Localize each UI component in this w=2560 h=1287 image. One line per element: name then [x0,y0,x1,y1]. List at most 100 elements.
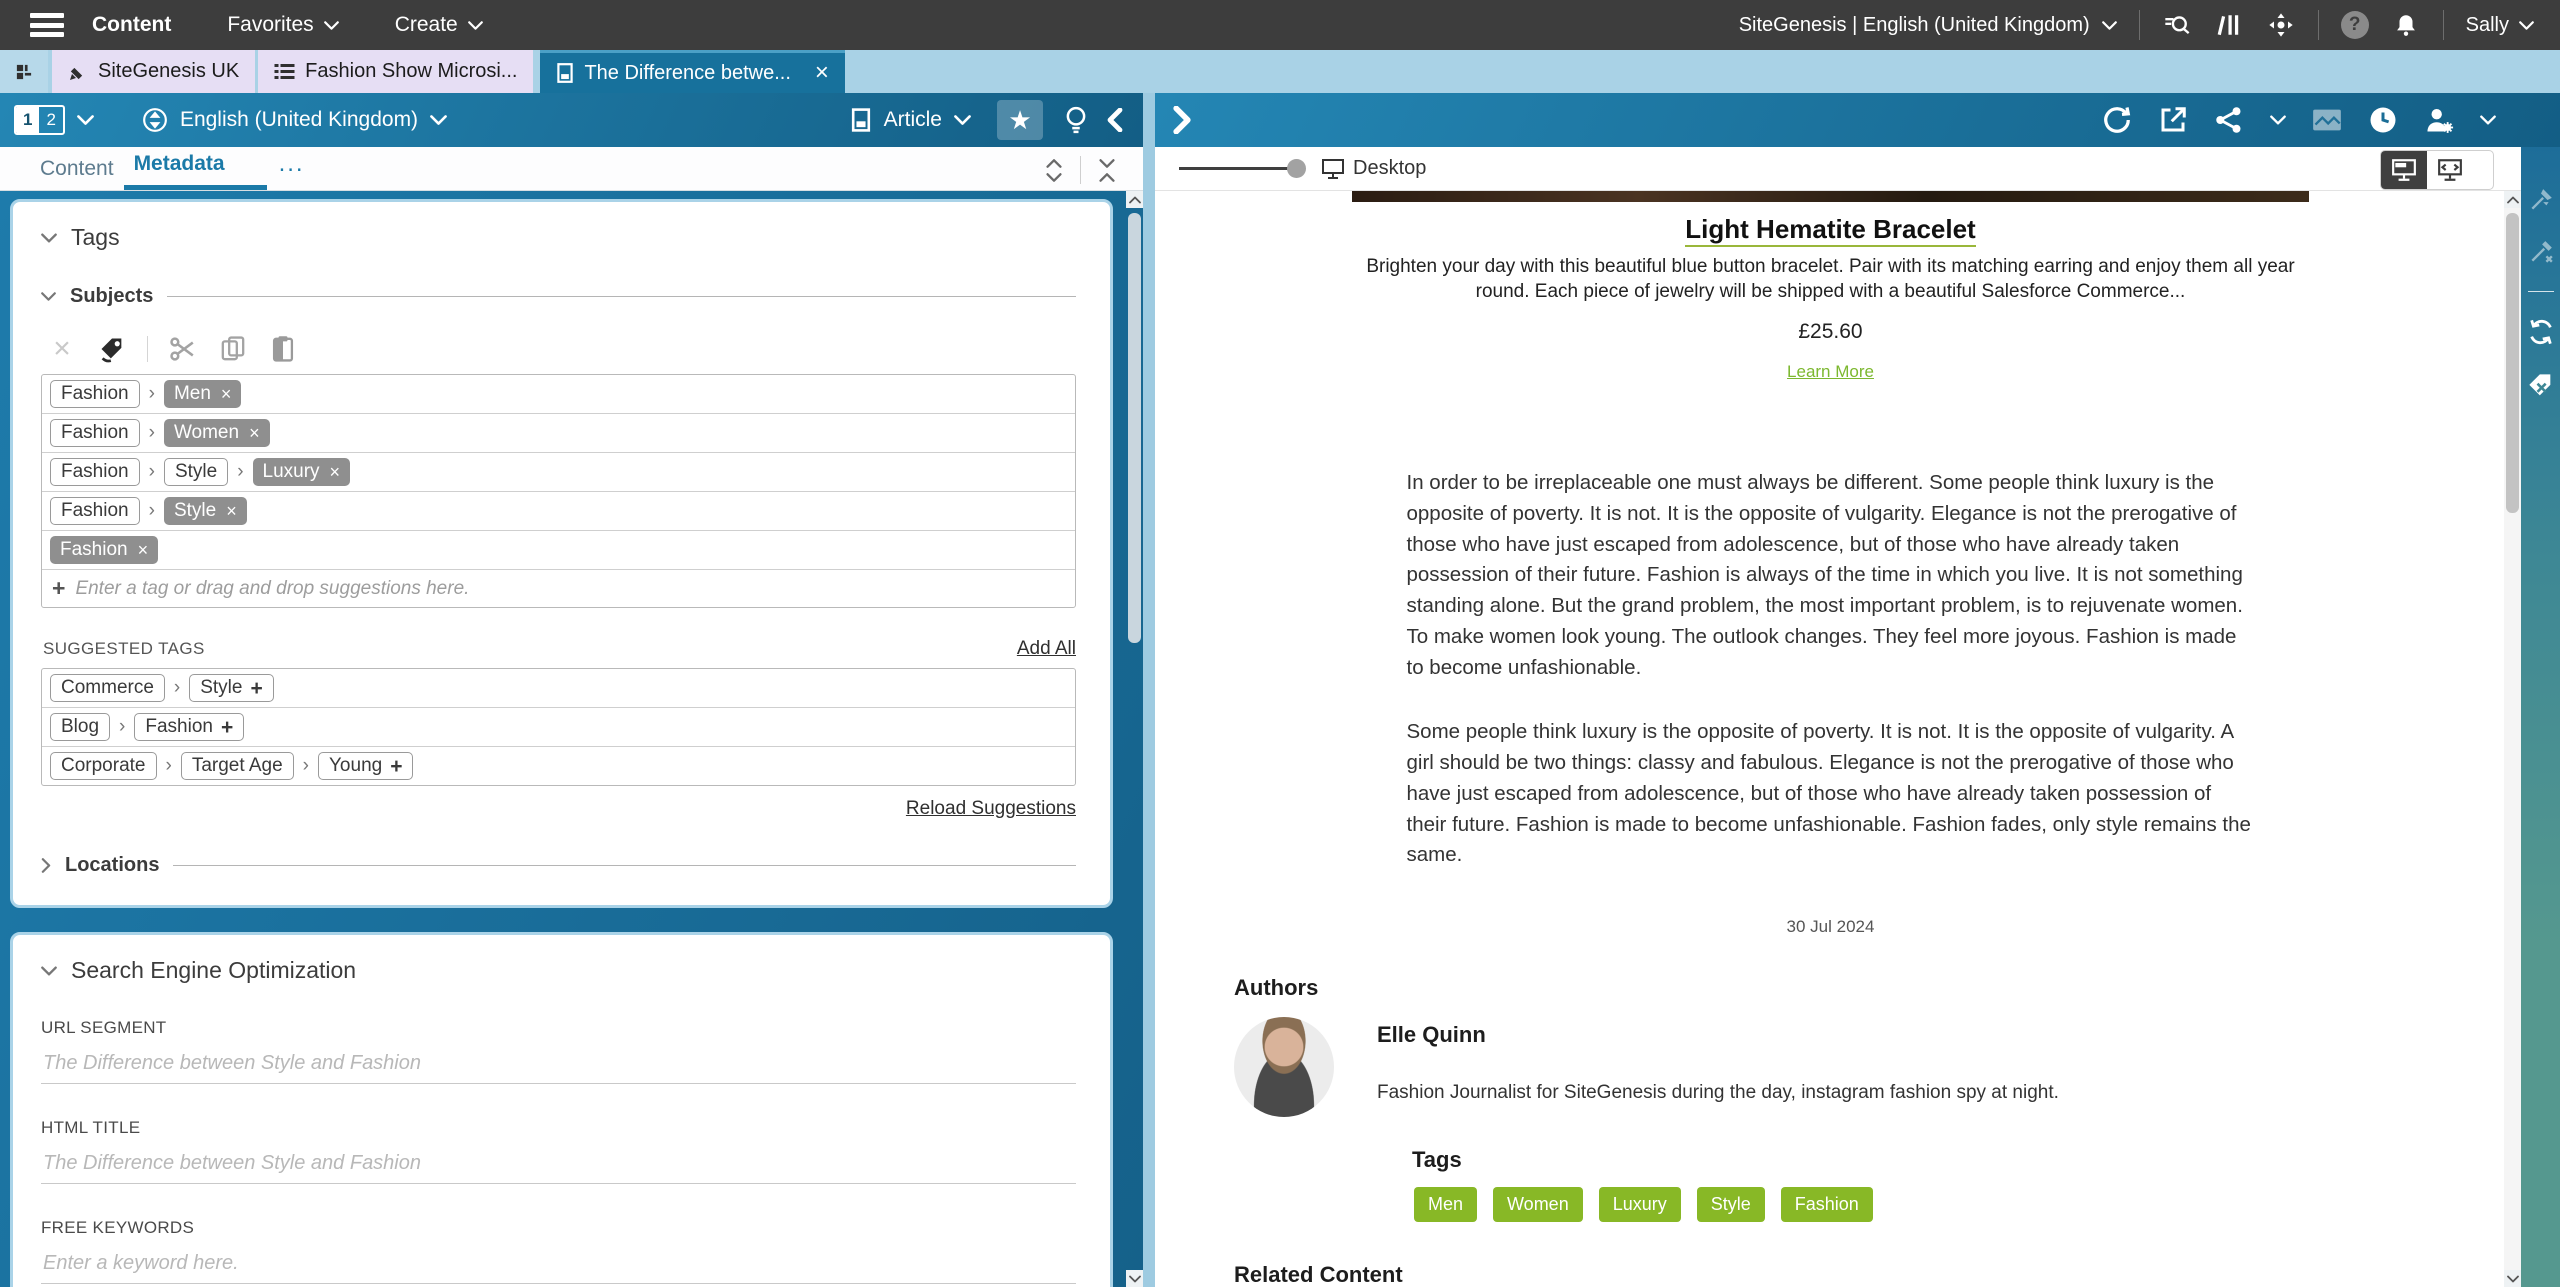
share-icon[interactable] [2214,105,2244,135]
html-title-input[interactable] [41,1138,1076,1184]
remove-tag-icon[interactable]: × [221,385,232,403]
free-keywords-input[interactable] [41,1238,1076,1284]
locate-target-icon[interactable] [2266,10,2296,40]
tag-chip[interactable]: Style [164,458,228,486]
user-menu[interactable]: Sally [2466,14,2534,37]
add-suggestion-icon[interactable]: + [390,756,402,777]
nav-content[interactable]: Content [92,13,171,37]
tag-chip-leaf[interactable]: Style× [164,497,247,525]
refresh-icon[interactable] [2102,105,2132,135]
content-type-selector[interactable]: Article [850,107,971,133]
suggested-chip[interactable]: Blog [50,713,110,741]
tag-badge[interactable]: Fashion [1781,1187,1873,1222]
add-suggestion-icon[interactable]: + [250,678,262,699]
slider-knob[interactable] [1287,159,1306,178]
chevron-down-icon[interactable] [77,115,94,125]
remove-tag-icon[interactable]: × [249,424,260,442]
edit-pen-disabled-icon[interactable] [2528,239,2554,265]
content-search-icon[interactable] [2162,10,2192,40]
subjects-section-header[interactable]: Subjects [41,285,1076,308]
tag-badge[interactable]: Luxury [1599,1187,1681,1222]
site-language-selector[interactable]: SiteGenesis | English (United Kingdom) [1739,14,2117,37]
open-external-icon[interactable] [2158,105,2188,135]
remove-tag-icon[interactable]: × [226,502,237,520]
responsive-view-button[interactable] [2427,151,2473,189]
viewport-size-slider[interactable] [1179,167,1297,170]
suggested-chip-add[interactable]: Style+ [189,674,274,702]
clear-tags-icon[interactable]: × [47,334,77,364]
lightbulb-icon[interactable] [1063,105,1089,135]
media-image-icon[interactable] [2312,105,2342,135]
expand-pane-icon[interactable] [1173,106,1191,134]
tab-the-difference-active[interactable]: The Difference betwe... × [540,50,844,93]
remove-tags-icon[interactable] [2527,372,2555,400]
product-title-link[interactable]: Light Hematite Bracelet [1685,214,1975,247]
tag-chip[interactable]: Fashion [50,458,140,486]
scroll-down-button[interactable] [1126,1270,1143,1287]
expand-all-button[interactable] [1046,159,1062,182]
close-icon[interactable]: × [815,61,829,85]
tab-metadata[interactable]: Metadata [124,144,267,190]
notifications-bell-icon[interactable] [2391,10,2421,40]
language-selector[interactable]: English (United Kingdom) [142,107,447,133]
user-settings-icon[interactable] [2424,105,2454,135]
suggested-chip[interactable]: Commerce [50,674,165,702]
add-all-link[interactable]: Add All [1017,638,1076,660]
tab-content[interactable]: Content [30,149,124,190]
scrollbar-thumb[interactable] [2506,213,2519,513]
remove-tag-icon[interactable]: × [330,463,341,481]
seo-section-header[interactable]: Search Engine Optimization [41,957,1076,984]
product-learn-more-link[interactable]: Learn More [1787,362,1874,382]
nav-favorites[interactable]: Favorites [227,13,338,37]
favorite-star-button[interactable]: ★ [997,100,1043,140]
tag-chip-leaf[interactable]: Men× [164,380,241,408]
version-compare-widget[interactable]: 1 2 [14,105,65,135]
layout-view-button[interactable] [2381,151,2427,189]
suggested-chip-add[interactable]: Young+ [318,752,413,780]
tag-badge[interactable]: Men [1414,1187,1477,1222]
hamburger-menu-icon[interactable] [30,13,64,37]
tab-fashion-show[interactable]: Fashion Show Microsi... [258,50,533,93]
collapse-all-button[interactable] [1099,159,1115,182]
chevron-down-icon[interactable] [2270,115,2286,125]
more-tabs-button[interactable]: ... [267,150,317,190]
tag-chip-leaf[interactable]: Fashion× [50,536,158,564]
pane-splitter[interactable] [1143,93,1155,1287]
history-clock-icon[interactable] [2368,105,2398,135]
copy-icon[interactable] [218,334,248,364]
add-suggestion-icon[interactable]: + [221,717,233,738]
tags-section-header[interactable]: Tags [41,224,1076,251]
inspector-pointer-icon[interactable] [2528,187,2554,213]
tab-sitegenesis-uk[interactable]: SiteGenesis UK [52,50,255,93]
scroll-down-button[interactable] [2504,1270,2521,1287]
paste-icon[interactable] [268,334,298,364]
tag-chip[interactable]: Fashion [50,419,140,447]
locations-section-header[interactable]: Locations [41,854,1076,877]
url-segment-input[interactable] [41,1038,1076,1084]
sync-content-icon[interactable] [2527,318,2555,346]
reload-suggestions-link[interactable]: Reload Suggestions [906,798,1076,820]
library-icon[interactable] [2214,10,2244,40]
tag-badge[interactable]: Women [1493,1187,1583,1222]
scrollbar-thumb[interactable] [1128,213,1141,643]
tag-input[interactable] [75,578,1065,600]
tag-chip[interactable]: Fashion [50,497,140,525]
chevron-down-icon[interactable] [2473,165,2493,175]
tag-chip-leaf[interactable]: Women× [164,419,270,447]
tag-chip[interactable]: Fashion [50,380,140,408]
chevron-left-icon[interactable] [1107,108,1123,132]
suggested-chip[interactable]: Corporate [50,752,157,780]
tag-chip-leaf[interactable]: Luxury× [253,458,351,486]
cut-icon[interactable] [168,334,198,364]
suggested-chip-add[interactable]: Fashion+ [134,713,244,741]
help-icon[interactable]: ? [2341,11,2369,39]
remove-tag-icon[interactable]: × [138,541,149,559]
tab-home[interactable] [0,50,48,93]
tag-refresh-icon[interactable] [97,334,127,364]
tag-badge[interactable]: Style [1697,1187,1765,1222]
nav-create[interactable]: Create [395,13,483,37]
suggested-chip[interactable]: Target Age [181,752,294,780]
scroll-up-button[interactable] [1126,191,1143,208]
scroll-up-button[interactable] [2504,191,2521,208]
chevron-down-icon[interactable] [2480,115,2496,125]
